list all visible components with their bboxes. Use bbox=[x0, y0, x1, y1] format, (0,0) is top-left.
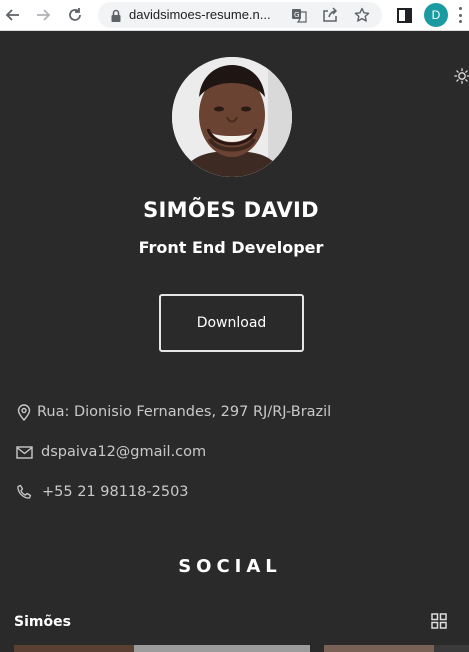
translate-icon[interactable]: G bbox=[291, 7, 307, 23]
share-icon[interactable] bbox=[322, 7, 338, 23]
phone-icon bbox=[15, 483, 33, 501]
arrow-left-icon bbox=[5, 9, 19, 21]
contact-phone: +55 21 98118-2503 bbox=[15, 483, 189, 501]
back-button[interactable] bbox=[4, 6, 22, 24]
mail-icon bbox=[15, 443, 33, 461]
resume-page: SIMÕES DAVID Front End Developer Downloa… bbox=[0, 31, 469, 652]
grid-icon[interactable] bbox=[431, 613, 447, 629]
url-text[interactable]: davidsimoes-resume.n... bbox=[129, 7, 279, 22]
side-panel-button[interactable] bbox=[395, 6, 413, 24]
browser-toolbar: davidsimoes-resume.n... G D bbox=[0, 0, 469, 31]
lock-icon[interactable] bbox=[110, 8, 122, 27]
sun-icon[interactable] bbox=[454, 68, 469, 84]
phone-link[interactable]: +55 21 98118-2503 bbox=[42, 484, 189, 500]
profile-photo bbox=[172, 57, 292, 177]
reload-icon bbox=[69, 8, 81, 21]
star-icon[interactable] bbox=[354, 7, 370, 23]
profile-role: Front End Developer bbox=[138, 238, 324, 257]
map-pin-icon bbox=[15, 403, 33, 421]
profile-avatar-button[interactable]: D bbox=[424, 3, 448, 27]
kebab-menu-icon[interactable] bbox=[458, 7, 462, 23]
social-heading: SOCIAL bbox=[178, 556, 282, 577]
arrow-right-icon bbox=[37, 9, 51, 21]
svg-text:G: G bbox=[294, 11, 299, 19]
forward-button[interactable] bbox=[34, 6, 52, 24]
contact-address: Rua: Dionisio Fernandes, 297 RJ/RJ-Brazi… bbox=[15, 403, 331, 421]
download-button[interactable]: Download bbox=[159, 294, 304, 352]
address-bar[interactable]: davidsimoes-resume.n... G bbox=[98, 2, 382, 28]
social-card-title[interactable]: Simões bbox=[14, 614, 71, 630]
address-text: Rua: Dionisio Fernandes, 297 RJ/RJ-Brazi… bbox=[37, 404, 332, 420]
contact-email: dspaiva12@gmail.com bbox=[15, 443, 206, 461]
email-link[interactable]: dspaiva12@gmail.com bbox=[41, 444, 206, 460]
social-photo-strip bbox=[0, 645, 469, 652]
side-panel-icon bbox=[396, 7, 412, 23]
profile-name: SIMÕES DAVID bbox=[143, 198, 319, 222]
reload-button[interactable] bbox=[66, 6, 84, 24]
